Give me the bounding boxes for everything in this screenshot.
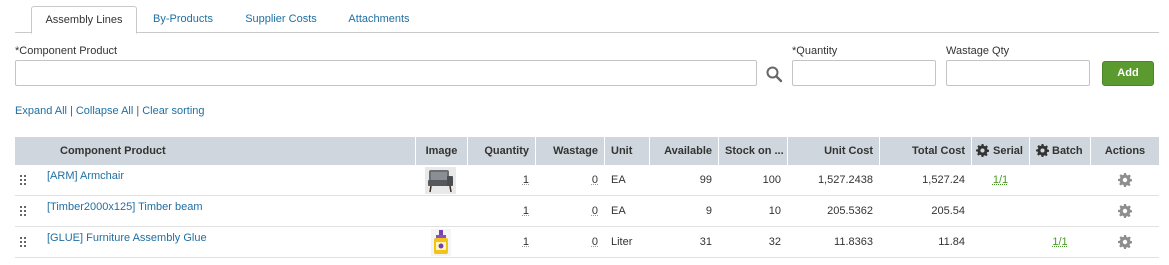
total-cost-cell: 11.84	[938, 236, 965, 248]
product-cell: [Timber2000x125] Timber beam	[41, 196, 411, 226]
col-available[interactable]: Available	[650, 137, 718, 165]
stock-on-cell: 32	[768, 236, 781, 248]
total-cost-cell: 205.54	[931, 205, 965, 217]
tree-controls: Expand All | Collapse All | Clear sorting	[15, 105, 205, 117]
component-product-label: *Component Product	[15, 45, 118, 57]
table-row: [GLUE] Furniture Assembly Glue 1 0 Liter…	[15, 227, 1159, 258]
tab-assembly-lines[interactable]: Assembly Lines	[31, 6, 137, 34]
glue-bottle-image	[431, 229, 451, 256]
unit-cell: Liter	[611, 236, 633, 248]
stock-on-cell: 10	[768, 205, 781, 217]
unit-cost-cell: 11.8363	[834, 236, 873, 248]
quantity-cell[interactable]: 1	[468, 196, 535, 226]
col-actions: Actions	[1104, 145, 1146, 157]
wastage-qty-input[interactable]	[946, 60, 1090, 86]
quantity-cell[interactable]: 1	[468, 227, 535, 257]
batch-cell[interactable]	[1030, 165, 1090, 195]
tab-attachments[interactable]: Attachments	[339, 6, 419, 33]
stock-on-cell: 100	[762, 174, 781, 186]
drag-handle-icon[interactable]	[20, 175, 28, 185]
unit-cost-cell: 1,527.2438	[817, 174, 873, 186]
wastage-cell[interactable]: 0	[536, 165, 604, 195]
gear-icon[interactable]	[1118, 235, 1132, 249]
gear-icon[interactable]	[976, 144, 989, 157]
col-image[interactable]: Image	[416, 137, 467, 165]
drag-handle-icon[interactable]	[20, 206, 28, 216]
col-component-product[interactable]: Component Product	[54, 137, 415, 165]
product-link[interactable]: [ARM] Armchair	[47, 170, 124, 182]
tab-bar: Assembly Lines By-Products Supplier Cost…	[15, 6, 1159, 34]
serial-cell[interactable]	[972, 196, 1029, 226]
serial-cell[interactable]	[972, 227, 1029, 257]
quantity-label: *Quantity	[792, 45, 838, 57]
link-separator: |	[69, 105, 73, 117]
product-cell: [ARM] Armchair	[41, 165, 411, 195]
col-unit[interactable]: Unit	[605, 137, 649, 165]
batch-cell[interactable]	[1030, 196, 1090, 226]
unit-cost-cell: 205.5362	[827, 205, 873, 217]
product-link[interactable]: [GLUE] Furniture Assembly Glue	[47, 232, 207, 244]
available-cell: 9	[705, 205, 712, 217]
col-unit-cost[interactable]: Unit Cost	[788, 137, 879, 165]
gear-icon[interactable]	[1036, 144, 1049, 157]
quantity-input[interactable]	[792, 60, 936, 86]
total-cost-cell: 1,527.24	[922, 174, 965, 186]
armchair-image	[425, 167, 456, 194]
serial-cell[interactable]: 1/1	[972, 165, 1029, 195]
table-row: [ARM] Armchair 1 0 EA 99 100 1,527.2438 …	[15, 165, 1159, 196]
unit-cell: EA	[611, 205, 626, 217]
table-header: Component Product Image Quantity Wastage…	[15, 137, 1159, 165]
search-icon[interactable]	[765, 65, 783, 83]
col-wastage[interactable]: Wastage	[536, 137, 604, 165]
drag-handle-icon[interactable]	[20, 237, 28, 247]
expand-all-link[interactable]: Expand All	[15, 105, 67, 117]
add-button[interactable]: Add	[1102, 61, 1154, 86]
quantity-cell[interactable]: 1	[468, 165, 535, 195]
available-cell: 99	[699, 174, 712, 186]
tab-supplier-costs[interactable]: Supplier Costs	[239, 6, 323, 33]
col-total-cost[interactable]: Total Cost	[880, 137, 971, 165]
col-quantity[interactable]: Quantity	[468, 137, 535, 165]
product-cell: [GLUE] Furniture Assembly Glue	[41, 227, 411, 257]
available-cell: 31	[699, 236, 712, 248]
clear-sorting-link[interactable]: Clear sorting	[142, 105, 204, 117]
col-stock-on[interactable]: Stock on ...	[719, 137, 787, 165]
gear-icon[interactable]	[1118, 173, 1132, 187]
component-product-input[interactable]	[15, 60, 757, 86]
tab-by-products[interactable]: By-Products	[143, 6, 223, 33]
product-link[interactable]: [Timber2000x125] Timber beam	[47, 201, 203, 213]
link-separator: |	[136, 105, 140, 117]
batch-cell[interactable]: 1/1	[1030, 227, 1090, 257]
wastage-cell[interactable]: 0	[536, 227, 604, 257]
gear-icon[interactable]	[1118, 204, 1132, 218]
collapse-all-link[interactable]: Collapse All	[76, 105, 133, 117]
table-row: [Timber2000x125] Timber beam 1 0 EA 9 10…	[15, 196, 1159, 227]
unit-cell: EA	[611, 174, 626, 186]
wastage-cell[interactable]: 0	[536, 196, 604, 226]
wastage-qty-label: Wastage Qty	[946, 45, 1010, 57]
